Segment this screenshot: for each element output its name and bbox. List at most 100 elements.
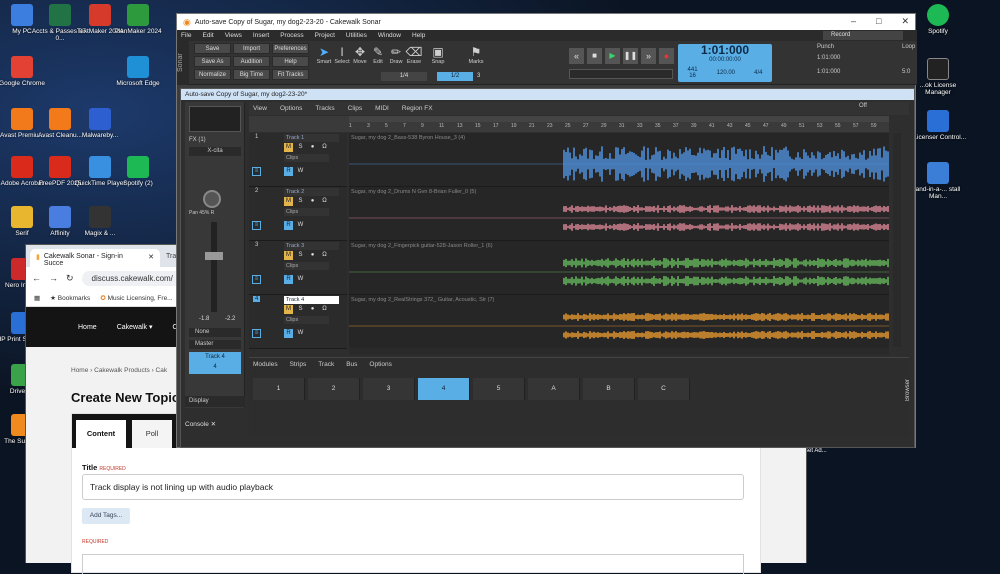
- desktop-icon[interactable]: Malwareby...: [70, 108, 130, 139]
- title-input[interactable]: Track display is not lining up with audi…: [82, 474, 744, 500]
- nav-home[interactable]: Home: [78, 324, 97, 331]
- minimize-icon[interactable]: –: [851, 16, 856, 27]
- write-automation-button[interactable]: W: [296, 221, 305, 230]
- track-menu-midi[interactable]: MIDI: [375, 105, 389, 112]
- import-button[interactable]: Import: [233, 43, 270, 54]
- console-strip[interactable]: C: [638, 378, 690, 400]
- clip-lane[interactable]: Sugar, my dog 2_RealStrings 372_ Guitar,…: [349, 295, 889, 349]
- input-echo-icon[interactable]: Ω: [320, 305, 329, 314]
- desktop-icon[interactable]: Spotify (2): [108, 156, 168, 187]
- rewind-icon[interactable]: «: [569, 48, 584, 64]
- console-menu-modules[interactable]: Modules: [253, 361, 278, 368]
- menu-views[interactable]: Views: [225, 32, 242, 39]
- input-select[interactable]: None: [189, 328, 241, 337]
- punch-out-time[interactable]: 1:01:000: [817, 69, 840, 75]
- big-time-button[interactable]: Big Time: [233, 69, 270, 80]
- close-icon[interactable]: ✕: [901, 16, 909, 27]
- now-time-slider[interactable]: [569, 69, 673, 79]
- tool-smart[interactable]: ➤ Smart: [315, 45, 333, 65]
- apps-grid-icon[interactable]: ▦: [34, 294, 40, 302]
- tool-draw[interactable]: ✏ Draw: [387, 45, 405, 65]
- automation-lane-icon[interactable]: ≡: [252, 275, 261, 284]
- normalize-button[interactable]: Normalize: [194, 69, 231, 80]
- snap-resolution-select[interactable]: 1/4: [381, 72, 427, 81]
- track-name-field[interactable]: Track 3: [284, 242, 339, 250]
- input-echo-icon[interactable]: Ω: [320, 251, 329, 260]
- menu-project[interactable]: Project: [315, 32, 335, 39]
- solo-button[interactable]: S: [296, 251, 305, 260]
- clip-lane[interactable]: Sugar, my dog 2_Bass-538 Byron House_3 (…: [349, 133, 889, 187]
- clip-lane[interactable]: Sugar, my dog 2_Drums N Gvn 8-Brian Full…: [349, 187, 889, 241]
- automation-lane-icon[interactable]: ≡: [252, 167, 261, 176]
- solo-button[interactable]: S: [296, 143, 305, 152]
- breadcrumb-home[interactable]: Home: [71, 367, 88, 374]
- console-tab[interactable]: Console ✕: [185, 420, 216, 428]
- console-strip[interactable]: 2: [308, 378, 360, 400]
- clips-select[interactable]: Clips: [284, 208, 329, 216]
- console-menu-strips[interactable]: Strips: [290, 361, 307, 368]
- bookmark-music-licensing[interactable]: ✪ Music Licensing, Fre...: [100, 294, 172, 302]
- breadcrumb-more[interactable]: Cak: [156, 367, 168, 374]
- tempo-value[interactable]: 120.00: [717, 70, 735, 76]
- record-dropdown[interactable]: Record: [823, 31, 903, 40]
- marks-value[interactable]: 3: [477, 72, 493, 81]
- pause-icon[interactable]: ❚❚: [623, 48, 638, 64]
- track-menu-region-fx[interactable]: Region FX: [402, 105, 433, 112]
- play-icon[interactable]: ▶: [605, 48, 620, 64]
- record-icon[interactable]: ●: [659, 48, 674, 64]
- snap-toggle[interactable]: ▣ Snap: [429, 45, 447, 65]
- mute-button[interactable]: M: [284, 305, 293, 314]
- fx-plugin-slot[interactable]: X-cita: [189, 147, 241, 156]
- browser-panel-tab[interactable]: Browser: [905, 379, 911, 401]
- tool-select[interactable]: I Select: [333, 45, 351, 65]
- record-arm-icon[interactable]: ●: [308, 197, 317, 206]
- marks-toggle[interactable]: ⚑ Marks: [467, 45, 485, 65]
- inspector-display-select[interactable]: Display: [185, 396, 245, 407]
- read-automation-button[interactable]: R: [284, 329, 293, 338]
- solo-button[interactable]: S: [296, 197, 305, 206]
- bookmarks-link[interactable]: ★ Bookmarks: [50, 294, 90, 302]
- track-menu-view[interactable]: View: [253, 105, 267, 112]
- menu-insert[interactable]: Insert: [253, 32, 269, 39]
- clips-select[interactable]: Clips: [284, 154, 329, 162]
- console-strip[interactable]: A: [528, 378, 580, 400]
- desktop-icon-spotify[interactable]: Spotify: [908, 4, 968, 35]
- menu-edit[interactable]: Edit: [202, 32, 213, 39]
- audition-button[interactable]: Audition: [233, 56, 270, 67]
- menu-utilities[interactable]: Utilities: [346, 32, 367, 39]
- track-header[interactable]: 2 Track 2 M S ● Ω Clips ≡ R W: [249, 187, 347, 241]
- horizontal-scrollbar[interactable]: [349, 348, 889, 355]
- input-echo-icon[interactable]: Ω: [320, 143, 329, 152]
- console-strip[interactable]: B: [583, 378, 635, 400]
- fit-tracks-button[interactable]: Fit Tracks: [272, 69, 309, 80]
- desktop-icon-elicenser[interactable]: eLicenser Control...: [908, 110, 968, 141]
- add-tags-button[interactable]: Add Tags...: [82, 508, 130, 524]
- read-automation-button[interactable]: R: [284, 275, 293, 284]
- mute-button[interactable]: M: [284, 197, 293, 206]
- desktop-icon[interactable]: Google Chrome: [0, 56, 52, 87]
- track-name-field[interactable]: Track 2: [284, 188, 339, 196]
- tool-edit[interactable]: ✎ Edit: [369, 45, 387, 65]
- track-header[interactable]: 1 Track 1 M S ● Ω Clips ≡ R W: [249, 133, 347, 187]
- browser-tab-active[interactable]: ▮ Cakewalk Sonar - Sign-in Succe ✕: [30, 249, 160, 267]
- read-automation-button[interactable]: R: [284, 167, 293, 176]
- write-automation-button[interactable]: W: [296, 329, 305, 338]
- close-tab-icon[interactable]: ✕: [148, 253, 154, 263]
- write-automation-button[interactable]: W: [296, 167, 305, 176]
- tool-move[interactable]: ✥ Move: [351, 45, 369, 65]
- record-arm-icon[interactable]: ●: [308, 305, 317, 314]
- volume-fader-handle[interactable]: [205, 252, 223, 260]
- menu-window[interactable]: Window: [378, 32, 401, 39]
- tab-poll[interactable]: Poll: [132, 420, 172, 448]
- automation-lane-icon[interactable]: ≡: [252, 221, 261, 230]
- track-menu-clips[interactable]: Clips: [348, 105, 362, 112]
- input-echo-icon[interactable]: Ω: [320, 197, 329, 206]
- desktop-icon-installer[interactable]: and-in-a-... stall Man...: [908, 162, 968, 200]
- track-name-field[interactable]: Track 1: [284, 134, 339, 142]
- loop-time[interactable]: 5:0: [902, 69, 910, 75]
- clip-lane[interactable]: Sugar, my dog 2_Fingerpick guitar-528-Ja…: [349, 241, 889, 295]
- console-strip[interactable]: 3: [363, 378, 415, 400]
- help-button[interactable]: Help: [272, 56, 309, 67]
- snap-value-select[interactable]: 1/2: [437, 72, 473, 81]
- reload-icon[interactable]: ↻: [66, 273, 74, 284]
